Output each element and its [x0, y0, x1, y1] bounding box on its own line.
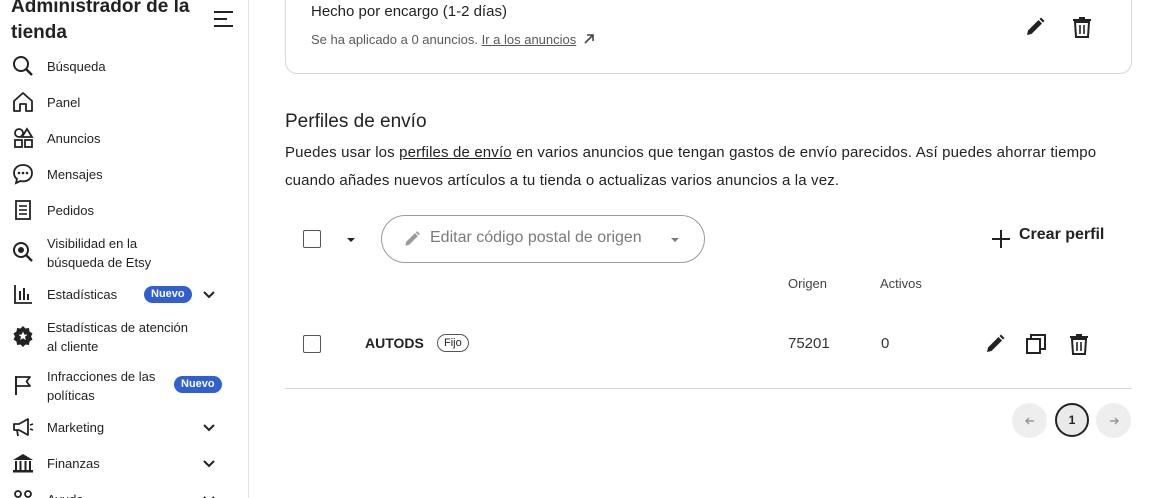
sidebar-item-label: Búsqueda	[47, 59, 106, 74]
sidebar-item-label: Panel	[47, 95, 81, 110]
delete-profile-button[interactable]	[1067, 332, 1091, 356]
bar-chart-icon	[14, 285, 32, 304]
megaphone-icon	[13, 418, 34, 437]
trash-icon	[1070, 334, 1088, 355]
shop-manager-title: Administrador de la tienda	[11, 0, 190, 43]
previous-page-button[interactable]	[1012, 403, 1047, 438]
main-content: Hecho por encargo (1-2 días) Se ha aplic…	[249, 0, 1152, 498]
profile-name-link[interactable]: AUTODS	[365, 335, 424, 351]
sidebar-item-label: Ayuda	[47, 490, 197, 498]
edit-origin-zip-button[interactable]: Editar código postal de origen	[381, 215, 705, 263]
active-count-value: 0	[881, 335, 890, 352]
bank-icon	[13, 454, 33, 473]
search-icon	[13, 56, 33, 76]
processing-profile-card: Hecho por encargo (1-2 días) Se ha aplic…	[285, 0, 1132, 74]
sidebar-item-customer-service-stats[interactable]: Estadísticas de atención al cliente	[0, 317, 248, 357]
flag-icon	[15, 376, 31, 395]
chevron-down-icon[interactable]	[201, 286, 217, 302]
search-visibility-icon	[13, 242, 33, 262]
sidebar-item-dashboard[interactable]: Panel	[0, 89, 248, 115]
delete-processing-button[interactable]	[1070, 15, 1094, 39]
external-arrow-icon	[584, 34, 594, 44]
copy-icon	[1026, 334, 1046, 354]
pencil-icon	[1027, 17, 1045, 35]
fixed-tag: Fijo	[437, 334, 469, 352]
arrow-right-icon	[1109, 416, 1119, 425]
desc-text-before: Puedes usar los	[285, 144, 400, 161]
shipping-profiles-title: Perfiles de envío	[285, 111, 427, 132]
row-divider	[285, 388, 1132, 389]
bulk-actions-dropdown-icon[interactable]	[345, 235, 357, 245]
chevron-down-icon[interactable]	[201, 419, 217, 435]
sidebar: Administrador de la tienda Búsqueda Pane…	[0, 0, 249, 498]
shapes-icon	[14, 127, 34, 148]
arrow-left-icon	[1024, 416, 1034, 425]
help-icon	[14, 490, 32, 498]
collapse-menu-button[interactable]	[213, 9, 235, 29]
column-header-active: Activos	[880, 276, 922, 291]
home-icon	[13, 92, 33, 112]
chevron-down-icon[interactable]	[201, 491, 217, 498]
sidebar-item-label: Finanzas	[47, 456, 100, 471]
chevron-down-icon[interactable]	[201, 455, 217, 471]
receipt-icon	[15, 200, 31, 220]
sidebar-item-label: Mensajes	[47, 167, 103, 182]
menu-icon	[214, 11, 233, 27]
sidebar-item-help[interactable]: Ayuda	[0, 486, 248, 498]
caret-down-icon	[671, 238, 679, 242]
edit-processing-button[interactable]	[1023, 15, 1047, 39]
next-page-button[interactable]	[1096, 403, 1131, 438]
edit-profile-button[interactable]	[983, 332, 1007, 356]
chat-icon	[13, 164, 33, 185]
sidebar-item-finances[interactable]: Finanzas	[0, 450, 248, 476]
pencil-icon	[405, 231, 420, 246]
current-page-button[interactable]: 1	[1055, 403, 1089, 437]
sidebar-item-listings[interactable]: Anuncios	[0, 125, 248, 151]
sidebar-item-label: Anuncios	[47, 131, 101, 146]
go-to-listings-link[interactable]: Ir a los anuncios	[482, 32, 577, 47]
plus-icon[interactable]	[990, 228, 1012, 250]
processing-profile-status: Se ha aplicado a 0 anuncios. Ir a los an…	[311, 32, 595, 47]
applied-count-text: Se ha aplicado a 0 anuncios.	[311, 32, 478, 47]
sidebar-item-label: Infracciones de las políticas	[47, 369, 156, 403]
sidebar-item-label: Marketing	[47, 420, 105, 435]
copy-profile-button[interactable]	[1024, 332, 1048, 356]
shipping-profiles-description: Puedes usar los perfiles de envío en var…	[285, 139, 1105, 195]
new-badge: Nuevo	[174, 376, 222, 393]
sidebar-item-search-visibility[interactable]: Visibilidad en la búsqueda de Etsy	[0, 233, 248, 273]
sidebar-item-messages[interactable]: Mensajes	[0, 161, 248, 187]
trash-icon	[1073, 17, 1091, 38]
sidebar-item-orders[interactable]: Pedidos	[0, 197, 248, 223]
sidebar-item-search[interactable]: Búsqueda	[0, 53, 248, 79]
select-all-checkbox[interactable]	[303, 230, 321, 248]
sidebar-item-label: Visibilidad en la búsqueda de Etsy	[47, 236, 152, 270]
sidebar-item-policy-violations[interactable]: Infracciones de las políticas Nuevo	[0, 366, 248, 406]
new-badge: Nuevo	[144, 286, 192, 303]
sidebar-item-label: Estadísticas de atención al cliente	[47, 320, 188, 354]
row-checkbox[interactable]	[303, 335, 321, 353]
column-header-origin: Origen	[788, 276, 828, 291]
sidebar-item-label: Pedidos	[47, 203, 94, 218]
origin-zip-value: 75201	[788, 335, 830, 352]
pencil-icon	[987, 334, 1005, 352]
shipping-profiles-link[interactable]: perfiles de envío	[399, 144, 512, 161]
create-profile-button[interactable]: Crear perfil	[1019, 226, 1104, 244]
processing-profile-title: Hecho por encargo (1-2 días)	[311, 3, 507, 20]
star-badge-icon	[13, 326, 33, 347]
edit-origin-zip-label: Editar código postal de origen	[430, 229, 642, 246]
sidebar-item-marketing[interactable]: Marketing	[0, 414, 248, 440]
sidebar-item-stats[interactable]: Estadísticas Nuevo	[0, 281, 248, 307]
